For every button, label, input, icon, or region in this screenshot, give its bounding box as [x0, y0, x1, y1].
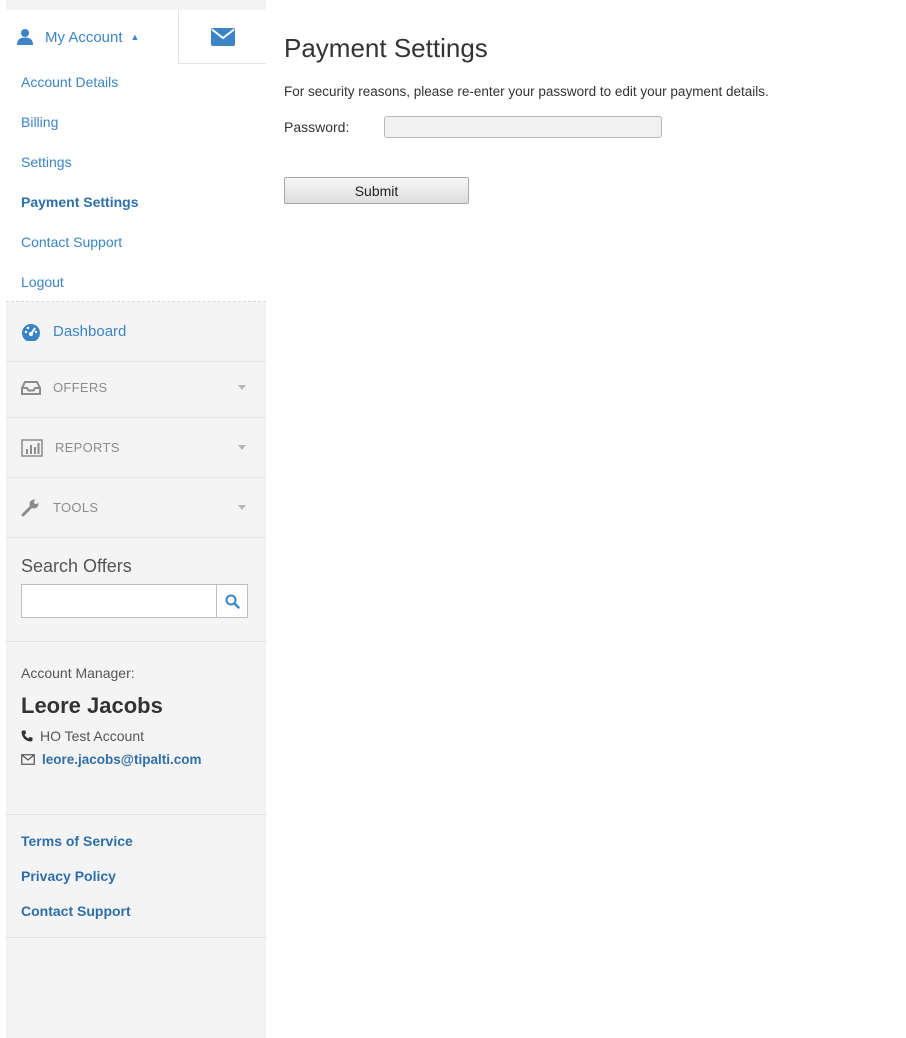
- password-input[interactable]: [384, 116, 662, 138]
- bar-chart-icon: [21, 438, 43, 457]
- nav-dashboard[interactable]: Dashboard: [6, 302, 266, 362]
- terms-of-service-link[interactable]: Terms of Service: [21, 833, 133, 849]
- nav-reports[interactable]: REPORTS: [6, 418, 266, 478]
- nav-tools[interactable]: TOOLS: [6, 478, 266, 538]
- chevron-down-icon: [238, 505, 246, 510]
- account-manager-email-link[interactable]: leore.jacobs@tipalti.com: [42, 752, 201, 767]
- caret-up-icon: ▲: [130, 32, 140, 42]
- envelope-outline-icon: [21, 754, 35, 765]
- menu-contact-support[interactable]: Contact Support: [21, 234, 122, 250]
- menu-settings[interactable]: Settings: [21, 154, 72, 170]
- menu-payment-settings[interactable]: Payment Settings: [21, 194, 138, 210]
- sidebar: My Account ▲ Account Details Billing Set…: [6, 0, 266, 1038]
- privacy-policy-link[interactable]: Privacy Policy: [21, 868, 116, 884]
- security-notice: For security reasons, please re-enter yo…: [284, 84, 769, 99]
- my-account-tab[interactable]: My Account ▲: [6, 10, 178, 64]
- messages-tab[interactable]: [178, 10, 266, 64]
- nav-reports-label: REPORTS: [55, 440, 120, 455]
- search-offers-panel: Search Offers: [6, 538, 266, 642]
- user-icon: [17, 29, 33, 45]
- search-offers-title: Search Offers: [21, 556, 132, 576]
- account-manager-phone: HO Test Account: [21, 728, 144, 744]
- chevron-down-icon: [238, 445, 246, 450]
- menu-account-details[interactable]: Account Details: [21, 74, 118, 90]
- account-manager-email: leore.jacobs@tipalti.com: [21, 752, 201, 767]
- account-menu: Account Details Billing Settings Payment…: [6, 64, 266, 302]
- page-title: Payment Settings: [284, 33, 488, 63]
- sidebar-footer-links: Terms of Service Privacy Policy Contact …: [6, 815, 266, 938]
- search-offers-input[interactable]: [21, 584, 216, 618]
- account-manager-label: Account Manager:: [21, 665, 135, 681]
- sidebar-top-tabs: My Account ▲: [6, 10, 266, 64]
- wrench-icon: [21, 499, 39, 516]
- dashboard-icon: [22, 323, 40, 341]
- account-manager-phone-text: HO Test Account: [40, 728, 145, 744]
- submit-button[interactable]: Submit: [284, 177, 469, 204]
- search-icon: [225, 594, 240, 609]
- password-label: Password:: [284, 119, 350, 135]
- menu-logout[interactable]: Logout: [21, 274, 64, 290]
- nav-offers-label: OFFERS: [53, 380, 108, 395]
- chevron-down-icon: [238, 385, 246, 390]
- envelope-icon: [210, 27, 235, 46]
- account-manager-panel: Account Manager: Leore Jacobs HO Test Ac…: [6, 643, 266, 815]
- inbox-icon: [21, 380, 41, 395]
- nav-offers[interactable]: OFFERS: [6, 358, 266, 418]
- nav-tools-label: TOOLS: [53, 500, 99, 515]
- account-manager-name: Leore Jacobs: [21, 693, 163, 718]
- search-button[interactable]: [216, 584, 248, 618]
- menu-billing[interactable]: Billing: [21, 114, 58, 130]
- phone-icon: [21, 730, 33, 742]
- nav-dashboard-label: Dashboard: [53, 323, 127, 340]
- footer-contact-support-link[interactable]: Contact Support: [21, 903, 131, 919]
- my-account-label: My Account: [45, 28, 123, 46]
